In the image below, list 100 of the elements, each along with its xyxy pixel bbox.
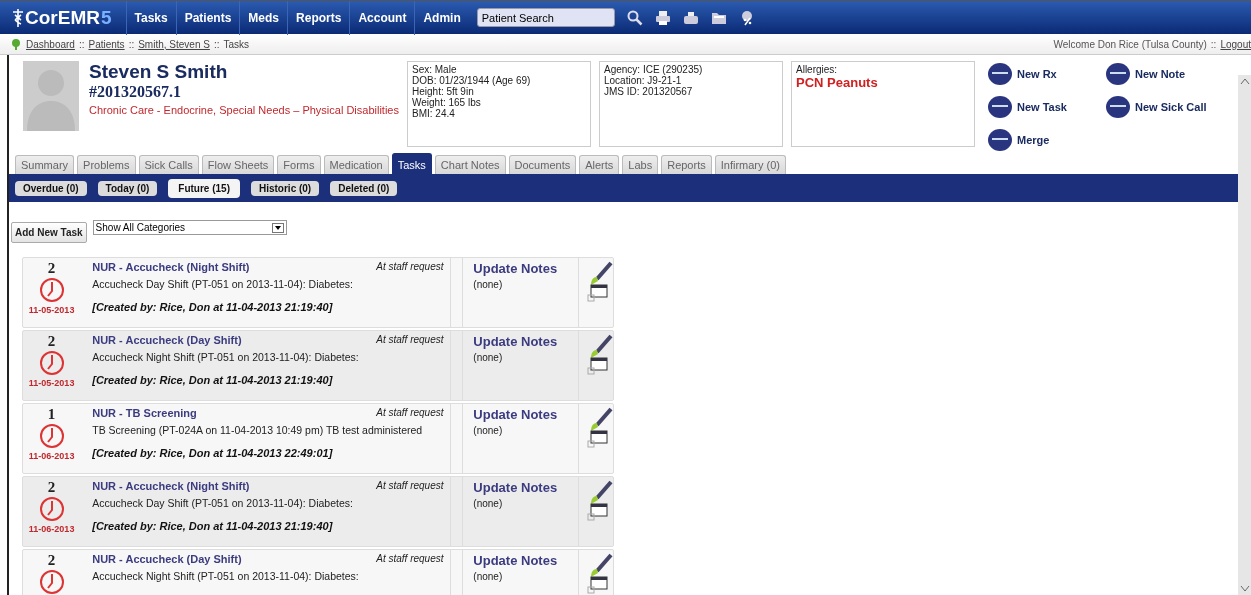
add-task-button[interactable]: Add New Task [11,222,87,243]
scrollbar[interactable] [1238,75,1251,595]
tab[interactable]: Labs [622,155,659,174]
filter-tab[interactable]: Deleted (0) [330,180,398,196]
caret-icon [271,222,284,233]
task-count: 2 [47,479,56,496]
info-line: Height: 5ft 9in [412,86,474,97]
tab[interactable]: Sick Calls [138,155,199,174]
info-line: Location: J9-21-1 [604,75,682,86]
task-reason: At staff request [376,553,444,565]
update-notes-link[interactable]: Update Notes [473,407,558,422]
avatar-silhouette [23,61,79,131]
clock-icon [38,569,65,595]
breadcrumb-link[interactable]: Smith, Steven S [138,38,210,50]
task-title-link[interactable]: NUR - Accucheck (Day Shift) [92,334,242,346]
breadcrumb-link[interactable]: Patients [88,38,125,50]
notes-text: (none) [473,352,504,363]
allergy-text: PCN Peanuts [796,75,879,90]
tab[interactable]: Flow Sheets [201,155,275,174]
app-logo[interactable]: CorEMR5 [0,6,126,29]
due-date: 11-06-2013 [28,451,75,461]
tab[interactable]: Infirmary (0) [714,155,786,174]
filter-tab[interactable]: Overdue (0) [15,180,87,196]
task-description: Accucheck Day Shift (PT-051 on 2013-11-04): Diabetes: [92,497,354,509]
notes-text: (none) [473,571,504,582]
edit-brush-icon[interactable] [587,480,613,524]
task-title-link[interactable]: NUR - Accucheck (Night Shift) [92,261,250,273]
edit-brush-icon[interactable] [587,553,613,595]
action-link[interactable]: Merge [987,126,1105,153]
task-title-link[interactable]: NUR - TB Screening [92,407,197,419]
update-notes-link[interactable]: Update Notes [473,334,558,349]
action-link[interactable]: New Sick Call [1105,93,1215,121]
update-notes-link[interactable]: Update Notes [473,553,558,568]
task-count: 2 [47,260,56,277]
printer-icon[interactable] [654,9,671,26]
edit-brush-icon[interactable] [587,334,613,378]
task-reason: At staff request [376,407,444,419]
round-action-icon [987,95,1013,119]
filter-tab[interactable]: Future (15) [168,178,240,198]
round-action-icon [987,127,1013,152]
edit-brush-icon[interactable] [587,261,613,305]
info-line: Allergies: [796,64,839,75]
action-link[interactable]: New Task [987,93,1105,121]
info-line: DOB: 01/23/1944 (Age 69) [412,75,532,86]
filter-tab[interactable]: Today (0) [97,180,158,196]
logout-link[interactable]: Logout [1220,38,1251,50]
task-title-link[interactable]: NUR - Accucheck (Night Shift) [92,480,250,492]
clock-icon [38,277,65,303]
separator-text: :: [1210,38,1217,50]
category-dropdown[interactable]: Show All Categories [92,220,287,235]
scroll-up-icon[interactable] [1239,77,1250,85]
patient-search-field[interactable]: Patient Search [476,8,615,27]
caduceus-icon [12,7,24,28]
task-description: TB Screening (PT-024A on 11-04-2013 10:49 pm) TB test administered [92,424,424,436]
task-reason: At staff request [376,480,444,492]
breadcrumb-current: Tasks [223,38,249,50]
filter-tab[interactable]: Historic (0) [250,180,320,196]
notes-text: (none) [473,279,504,290]
notes-text: (none) [473,498,504,509]
task-title-link[interactable]: NUR - Accucheck (Day Shift) [92,553,242,565]
info-line: JMS ID: 201320567 [604,86,694,97]
tab[interactable]: Alerts [579,155,620,174]
tab[interactable]: Problems [77,155,136,174]
update-notes-link[interactable]: Update Notes [473,261,558,276]
task-reason: At staff request [376,334,444,346]
info-line: Sex: Male [412,64,458,75]
breadcrumb-separator: :: [128,38,135,50]
task-created-text: [Created by: Rice, Don at 11-04-2013 21:19:40] [92,301,334,313]
tab[interactable]: Documents [508,155,577,174]
task-created-text: [Created by: Rice, Don at 11-04-2013 21:19:40] [92,520,334,532]
update-notes-link[interactable]: Update Notes [473,480,558,495]
status-icon [10,38,22,50]
action-link[interactable]: New Rx [987,61,1105,88]
info-line: BMI: 24.4 [412,108,456,119]
edit-brush-icon[interactable] [587,407,613,451]
scroll-down-icon[interactable] [1239,585,1250,593]
action-link[interactable]: New Note [1105,61,1215,88]
patient-number: #201320567.1 [89,83,182,101]
patient-name: Steven S Smith [89,61,229,83]
tab[interactable]: Summary [15,155,75,174]
breadcrumb-link[interactable]: Dashboard [26,38,75,50]
search-icon[interactable] [626,9,643,26]
printer-icon[interactable] [682,9,699,26]
notes-text: (none) [473,425,504,436]
welcome-text: Welcome Don Rice (Tulsa County) [1053,38,1207,50]
breadcrumb-separator: :: [213,38,220,50]
tab[interactable]: Reports [661,155,712,174]
clock-icon [38,350,65,376]
clock-icon [38,496,65,522]
round-action-icon [987,62,1013,87]
round-action-icon [1105,62,1131,87]
tab[interactable]: Tasks [391,153,432,174]
tab[interactable]: Medication [323,155,389,174]
tab[interactable]: Chart Notes [434,155,506,174]
tab[interactable]: Forms [277,155,321,174]
round-action-icon [1105,95,1131,119]
info-line: Weight: 165 lbs [412,97,482,108]
due-date: 11-05-2013 [28,305,75,315]
task-count: 2 [47,333,56,350]
due-date: 11-06-2013 [28,524,75,534]
